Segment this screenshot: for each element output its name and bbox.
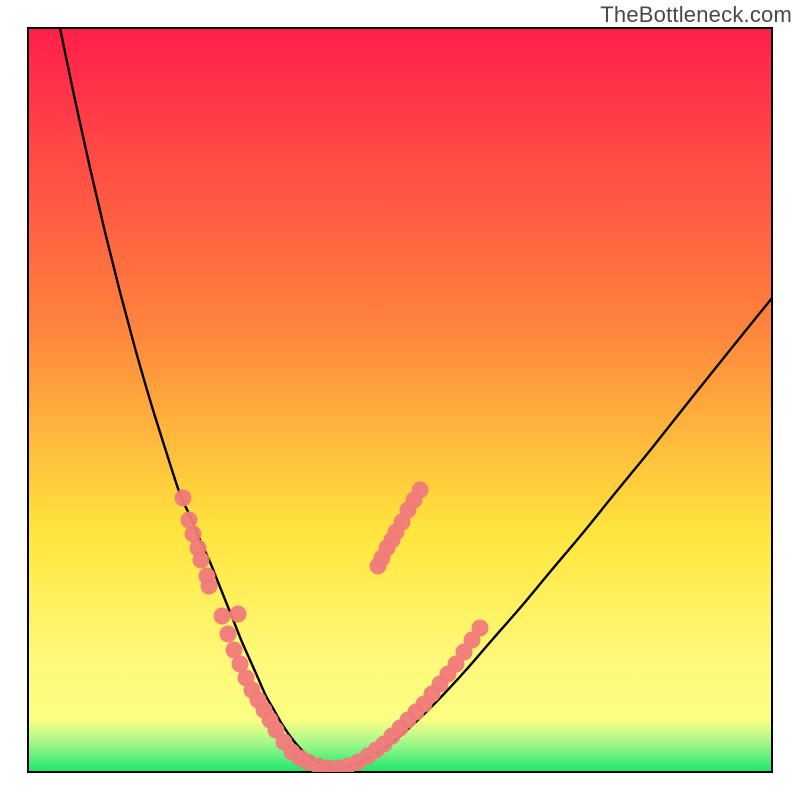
bottleneck-chart: [0, 0, 800, 800]
data-point: [230, 606, 247, 623]
data-point: [412, 482, 429, 499]
data-point: [214, 608, 231, 625]
dot-near-min: [230, 606, 247, 623]
data-point: [201, 578, 218, 595]
data-point: [220, 626, 237, 643]
plot-background: [28, 28, 772, 772]
data-point: [472, 620, 489, 637]
chart-container: TheBottleneck.com: [0, 0, 800, 800]
data-point: [175, 490, 192, 507]
watermark-label: TheBottleneck.com: [600, 2, 792, 28]
data-point: [193, 552, 210, 569]
